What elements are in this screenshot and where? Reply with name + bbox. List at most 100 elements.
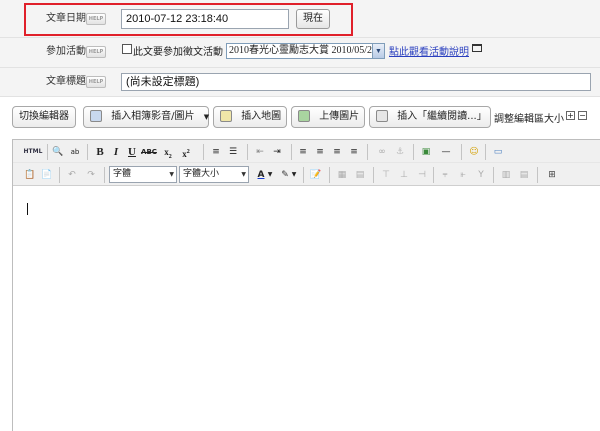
- toolbar-separator: [87, 144, 88, 160]
- toolbar-separator: [485, 144, 486, 160]
- toolbar-separator: [413, 144, 414, 160]
- insert-media-label: 插入相簿影音/圖片: [111, 111, 195, 122]
- strikethrough-icon[interactable]: ABC: [141, 145, 157, 159]
- image-icon[interactable]: ▣: [419, 145, 433, 159]
- font-size-value: 字體大小: [183, 169, 220, 179]
- event-info-link[interactable]: 點此觀看活動說明: [389, 43, 469, 58]
- table-row-icon[interactable]: ▤: [353, 168, 367, 182]
- title-label: 文章標題: [46, 76, 86, 87]
- editor-toolbar-row-2: 📋 📄 ↶ ↷ 字體 ▼ 字體大小 ▼ A ▼ ✎ ▼ 📝 ▦ ▤ ⊤ ⊥ ⊣ …: [13, 163, 600, 186]
- event-select[interactable]: 2010春光心靈勵志大賞 2010/05/2 ▼: [226, 43, 385, 59]
- date-help-button[interactable]: HELP: [86, 13, 106, 25]
- now-button[interactable]: 現在: [296, 9, 330, 29]
- expand-icon[interactable]: +: [566, 111, 575, 120]
- toolbar-separator: [373, 167, 374, 183]
- upload-image-label: 上傳圖片: [319, 111, 360, 122]
- toolbar-separator: [47, 144, 48, 160]
- underline-icon[interactable]: U: [125, 145, 139, 159]
- date-row: 文章日期 HELP 2010-07-12 23:18:40 現在: [0, 0, 600, 38]
- page-break-icon[interactable]: ⊞: [543, 168, 561, 182]
- event-checkbox-label: 此文要參加徵文活動: [133, 47, 223, 58]
- toolbar-separator: [433, 167, 434, 183]
- align-center-icon[interactable]: ≡: [313, 145, 327, 159]
- chevron-down-icon: ▼: [241, 171, 246, 178]
- upload-image-icon: [298, 110, 310, 122]
- date-label: 文章日期: [46, 13, 86, 24]
- highlight-color-dropdown[interactable]: ▼: [290, 168, 298, 182]
- resize-editor-label: 調整編輯區大小: [494, 114, 564, 125]
- toggle-editor-label: 切換編輯器: [19, 111, 69, 122]
- find-icon[interactable]: 🔍: [51, 145, 65, 159]
- toolbar-separator: [303, 167, 304, 183]
- date-input[interactable]: 2010-07-12 23:18:40: [121, 9, 289, 29]
- paste-word-icon[interactable]: 📄: [40, 168, 54, 182]
- toolbar-separator: [493, 167, 494, 183]
- italic-icon[interactable]: I: [109, 145, 123, 159]
- html-source-button[interactable]: HTML: [23, 145, 43, 159]
- insert-more-label: 插入「繼續閱讀...」: [397, 111, 487, 122]
- title-row: 文章標題 HELP (尚未設定標題): [0, 68, 600, 97]
- indent-icon[interactable]: ⇥: [270, 145, 284, 159]
- superscript-icon[interactable]: x2: [179, 145, 193, 159]
- font-family-select[interactable]: 字體 ▼: [109, 166, 177, 183]
- insert-map-label: 插入地圖: [241, 111, 282, 122]
- insert-more-button[interactable]: 插入「繼續閱讀...」: [369, 106, 491, 128]
- delete-row-icon[interactable]: ⊣: [415, 168, 429, 182]
- external-window-icon: [472, 44, 482, 52]
- replace-icon[interactable]: ab: [68, 145, 82, 159]
- toolbar-separator: [367, 144, 368, 160]
- toolbar-separator: [203, 144, 204, 160]
- toolbar-separator: [461, 144, 462, 160]
- event-row: 參加活動 HELP 此文要參加徵文活動 2010春光心靈勵志大賞 2010/05…: [0, 38, 600, 68]
- insert-col-before-icon[interactable]: ⫧: [438, 168, 452, 182]
- toolbar-separator: [59, 167, 60, 183]
- insert-row-before-icon[interactable]: ⊤: [379, 168, 393, 182]
- undo-icon[interactable]: ↶: [65, 168, 79, 182]
- event-checkbox[interactable]: [122, 44, 132, 54]
- subscript-icon[interactable]: x2: [161, 145, 175, 160]
- title-input[interactable]: (尚未設定標題): [121, 73, 591, 91]
- insert-map-button[interactable]: 插入地圖: [213, 106, 287, 128]
- insert-media-button[interactable]: 插入相簿影音/圖片 ▼: [83, 106, 209, 128]
- redo-icon[interactable]: ↷: [84, 168, 98, 182]
- link-icon[interactable]: ∞: [375, 145, 389, 159]
- editor-content-area[interactable]: [13, 186, 600, 431]
- media-icon[interactable]: ▭: [491, 145, 505, 159]
- anchor-icon[interactable]: ⚓: [393, 145, 407, 159]
- map-icon: [220, 110, 232, 122]
- outdent-icon[interactable]: ⇤: [253, 145, 267, 159]
- chevron-down-icon: ▼: [169, 171, 174, 178]
- split-cells-icon[interactable]: ▥: [499, 168, 513, 182]
- rich-text-editor: HTML 🔍 ab B I U ABC x2 x2 ≡ ☰ ⇤ ⇥ ≡ ≡ ≡ …: [12, 139, 600, 431]
- emoticon-icon[interactable]: ☺: [467, 145, 481, 159]
- upload-image-button[interactable]: 上傳圖片: [291, 106, 365, 128]
- delete-col-icon[interactable]: Y: [474, 168, 488, 182]
- bulleted-list-icon[interactable]: ☰: [226, 145, 240, 159]
- chevron-down-icon: ▼: [372, 44, 384, 58]
- align-left-icon[interactable]: ≡: [296, 145, 310, 159]
- event-help-button[interactable]: HELP: [86, 46, 106, 58]
- toggle-editor-button[interactable]: 切換編輯器: [12, 106, 76, 128]
- insert-row-after-icon[interactable]: ⊥: [397, 168, 411, 182]
- toolbar-separator: [247, 144, 248, 160]
- align-right-icon[interactable]: ≡: [330, 145, 344, 159]
- table-icon[interactable]: ▦: [335, 168, 349, 182]
- font-size-select[interactable]: 字體大小 ▼: [179, 166, 249, 183]
- bold-icon[interactable]: B: [93, 145, 107, 159]
- event-select-value: 2010春光心靈勵志大賞 2010/05/2: [229, 45, 373, 56]
- horizontal-rule-icon[interactable]: —: [437, 145, 455, 159]
- edit-style-icon[interactable]: 📝: [309, 168, 323, 182]
- paste-icon[interactable]: 📋: [23, 168, 37, 182]
- title-help-button[interactable]: HELP: [86, 76, 106, 88]
- toolbar-separator: [329, 167, 330, 183]
- toolbar-separator: [291, 144, 292, 160]
- insert-col-after-icon[interactable]: ⫦: [456, 168, 470, 182]
- merge-cells-icon[interactable]: ▤: [517, 168, 531, 182]
- text-color-dropdown[interactable]: ▼: [266, 168, 274, 182]
- collapse-icon[interactable]: −: [578, 111, 587, 120]
- font-family-value: 字體: [113, 169, 132, 179]
- editor-toolbar-row-1: HTML 🔍 ab B I U ABC x2 x2 ≡ ☰ ⇤ ⇥ ≡ ≡ ≡ …: [13, 140, 600, 163]
- toolbar-separator: [104, 167, 105, 183]
- align-justify-icon[interactable]: ≡: [347, 145, 361, 159]
- numbered-list-icon[interactable]: ≡: [209, 145, 223, 159]
